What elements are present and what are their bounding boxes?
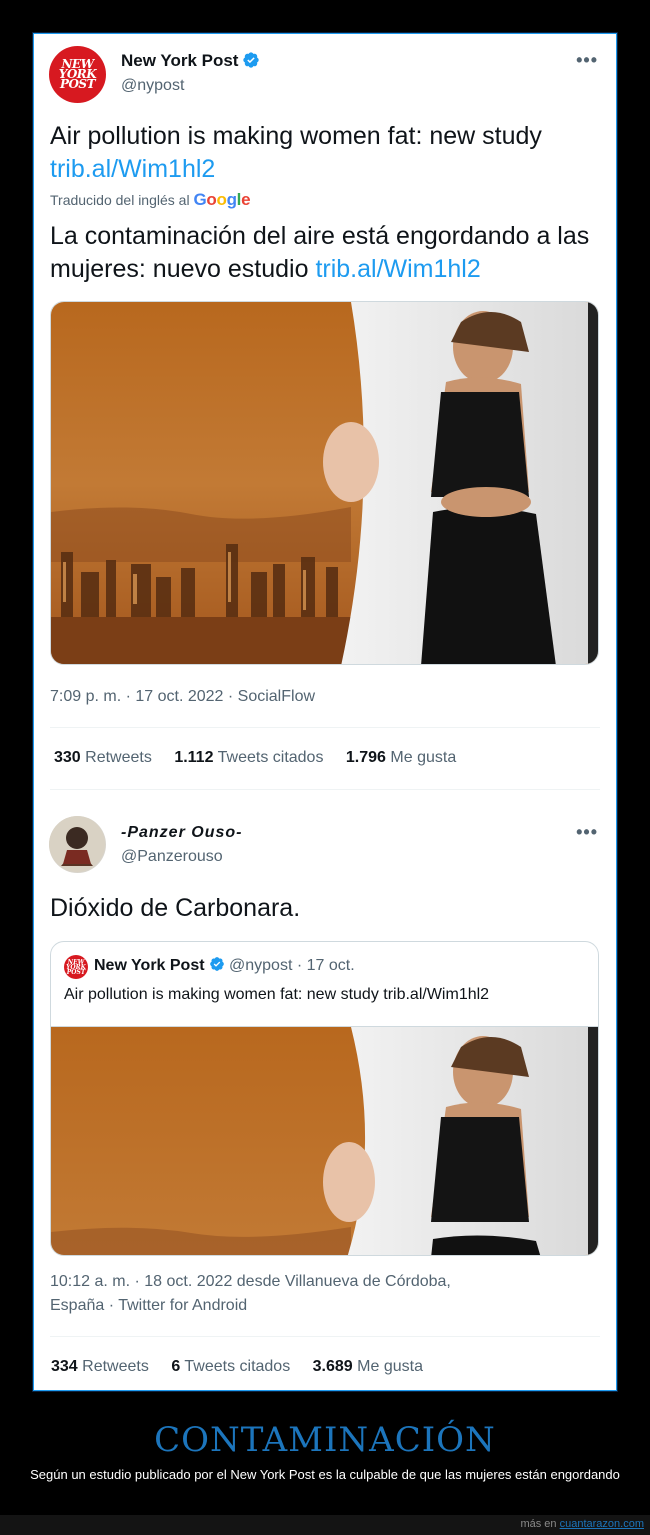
more-options-icon[interactable]: ••• (576, 50, 598, 71)
author-name[interactable]: New York Post (121, 51, 260, 71)
quoted-avatar: NEW YORK POST (64, 955, 88, 979)
quoted-image[interactable] (51, 1026, 598, 1255)
retweets-stat[interactable]: 334 Retweets (51, 1358, 149, 1375)
likes-label: Me gusta (390, 749, 457, 766)
credit-prefix: más en (520, 1518, 557, 1530)
google-logo-icon: Google (193, 190, 251, 209)
quoted-date: · 17 oct. (296, 957, 355, 974)
avatar-logo-line: POST (66, 969, 86, 976)
quotes-count: 6 (171, 1358, 181, 1375)
author-handle[interactable]: @Panzerouso (121, 848, 223, 866)
translated-link[interactable]: trib.al/Wim1hl2 (315, 255, 480, 283)
quoted-tweet[interactable]: NEW YORK POST New York Post @nypost · 17… (50, 941, 599, 1256)
avatar[interactable]: NEW YORK POST (49, 46, 106, 103)
translated-text: La contaminación del aire está engordand… (50, 220, 602, 286)
site-credit: más en cuantarazon.com (520, 1518, 644, 1530)
translation-label: Traducido del inglés al (50, 192, 190, 208)
tweet-nypost[interactable]: NEW YORK POST New York Post @nypost ••• … (34, 34, 616, 824)
post-subtitle: Según un estudio publicado por el New Yo… (30, 1467, 620, 1482)
retweets-stat[interactable]: 330 Retweets (54, 749, 152, 766)
verified-badge-icon (209, 957, 224, 971)
tweet-timestamp[interactable]: 7:09 p. m. · 17 oct. 2022 · SocialFlow (50, 685, 315, 709)
tweet-image[interactable] (50, 301, 599, 665)
pollution-and-woman-photo (51, 1027, 598, 1255)
likes-stat[interactable]: 3.689 Me gusta (313, 1358, 423, 1375)
translation-notice: Traducido del inglés al Google (50, 190, 251, 210)
likes-label: Me gusta (357, 1358, 423, 1375)
divider (50, 1336, 600, 1337)
avatar-logo-line: POST (59, 77, 96, 91)
pollution-and-woman-photo (51, 302, 598, 664)
timestamp-line: 10:12 a. m. · 18 oct. 2022 desde Villanu… (50, 1273, 451, 1290)
tweet-text: Air pollution is making women fat: new s… (50, 120, 602, 186)
panzer-avatar-image (49, 816, 105, 872)
likes-count: 3.689 (312, 1358, 353, 1375)
quotes-stat[interactable]: 6 Tweets citados (171, 1358, 290, 1375)
retweets-label: Retweets (85, 749, 152, 766)
quoted-author-handle: @nypost (229, 957, 293, 974)
divider (50, 727, 600, 728)
tweet-stats: 330 Retweets 1.112 Tweets citados 1.796 … (54, 749, 456, 767)
tweet-stats: 334 Retweets 6 Tweets citados 3.689 Me g… (51, 1358, 423, 1376)
retweets-label: Retweets (82, 1358, 149, 1375)
verified-badge-icon (243, 52, 260, 68)
tweet-timestamp[interactable]: 10:12 a. m. · 18 oct. 2022 desde Villanu… (50, 1270, 451, 1318)
footer-bar: más en cuantarazon.com (0, 1515, 650, 1535)
retweets-count: 330 (54, 749, 81, 766)
quotes-stat[interactable]: 1.112 Tweets citados (174, 749, 323, 766)
author-handle[interactable]: @nypost (121, 77, 184, 95)
author-name[interactable]: -Panzer Ouso- (121, 824, 242, 842)
quotes-label: Tweets citados (184, 1358, 291, 1375)
screenshot-frame: NEW YORK POST New York Post @nypost ••• … (32, 32, 618, 1392)
quotes-count: 1.112 (174, 749, 214, 766)
retweets-count: 334 (51, 1358, 78, 1375)
tweet-text-line: Air pollution is making women fat: new s… (50, 122, 542, 150)
tweet-text: Dióxido de Carbonara. (50, 894, 301, 922)
more-options-icon[interactable]: ••• (576, 822, 598, 843)
tweet-link[interactable]: trib.al/Wim1hl2 (50, 153, 602, 186)
likes-stat[interactable]: 1.796 Me gusta (346, 749, 456, 766)
quotes-label: Tweets citados (217, 749, 324, 766)
avatar[interactable] (49, 816, 106, 873)
likes-count: 1.796 (345, 749, 386, 766)
quoted-author-name: New York Post (94, 957, 205, 974)
site-link[interactable]: cuantarazon.com (560, 1518, 644, 1530)
quoted-header: New York Post @nypost · 17 oct. (94, 956, 355, 975)
quoted-text: Air pollution is making women fat: new s… (64, 986, 490, 1003)
author-name-text: New York Post (121, 51, 239, 70)
divider (50, 789, 600, 790)
post-title: CONTAMINACIÓN (154, 1420, 496, 1460)
timestamp-line: España · Twitter for Android (50, 1297, 248, 1314)
